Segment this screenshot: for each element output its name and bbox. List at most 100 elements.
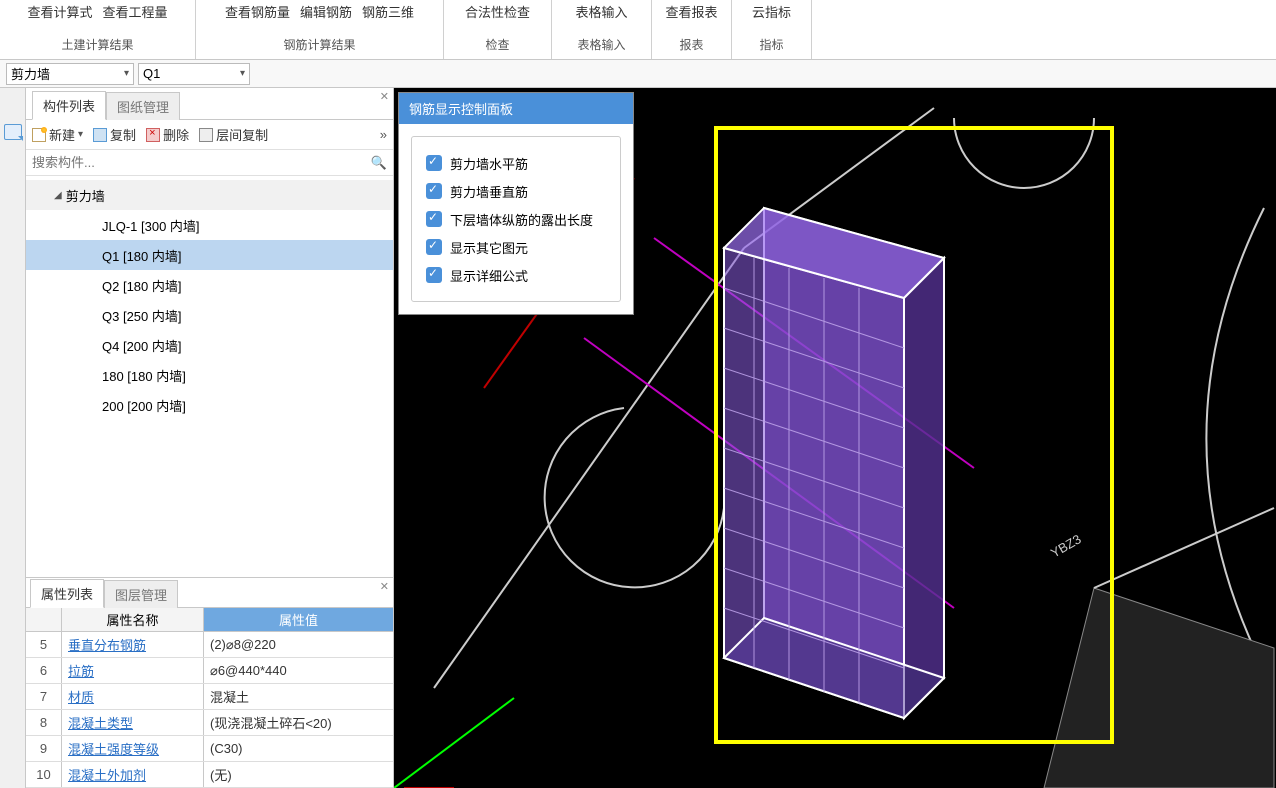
- tree-item[interactable]: 200 [200 内墙]: [26, 390, 393, 420]
- new-button[interactable]: 新建▾: [32, 125, 83, 144]
- tree-item[interactable]: JLQ-1 [300 内墙]: [26, 210, 393, 240]
- ribbon-btn[interactable]: 云指标: [752, 0, 791, 21]
- option-label: 下层墙体纵筋的露出长度: [450, 210, 593, 229]
- property-row[interactable]: 8混凝土类型(现浇混凝土碎石<20): [26, 710, 393, 736]
- property-row[interactable]: 9混凝土强度等级(C30): [26, 736, 393, 762]
- tab-drawing-mgmt[interactable]: 图纸管理: [106, 92, 180, 120]
- panel-title: 钢筋显示控制面板: [399, 93, 633, 124]
- ribbon-group-label: 报表: [652, 36, 731, 59]
- ribbon: 查看计算式 查看工程量 土建计算结果 查看钢筋量 编辑钢筋 钢筋三维 钢筋计算结…: [0, 0, 1276, 60]
- ribbon-group-label: 表格输入: [552, 36, 651, 59]
- chevron-down-icon: ▾: [240, 68, 245, 79]
- ribbon-btn[interactable]: 编辑钢筋: [300, 0, 352, 21]
- display-option[interactable]: 下层墙体纵筋的露出长度: [426, 205, 606, 233]
- option-label: 显示详细公式: [450, 266, 528, 285]
- tree-item[interactable]: Q1 [180 内墙]: [26, 240, 393, 270]
- tree-item[interactable]: 180 [180 内墙]: [26, 360, 393, 390]
- chevron-down-icon: ▾: [78, 129, 83, 140]
- grid-corner: [26, 608, 62, 631]
- property-grid: 属性名称 属性值 5垂直分布钢筋(2)⌀8@2206拉筋⌀6@440*4407材…: [26, 608, 393, 788]
- tab-properties[interactable]: 属性列表: [30, 579, 104, 608]
- dock-toggle-icon[interactable]: [4, 124, 22, 140]
- property-value[interactable]: (现浇混凝土碎石<20): [204, 710, 393, 735]
- search-icon[interactable]: 🔍: [371, 155, 387, 171]
- checkbox-icon[interactable]: [426, 267, 442, 283]
- copy-icon: [93, 128, 107, 142]
- component-dropdown[interactable]: Q1 ▾: [138, 63, 250, 85]
- close-icon[interactable]: ✕: [380, 580, 389, 593]
- ribbon-btn[interactable]: 合法性检查: [465, 0, 530, 21]
- selector-bar: 剪力墙 ▾ Q1 ▾: [0, 60, 1276, 88]
- ribbon-group-label: 土建计算结果: [0, 36, 195, 59]
- tree-item[interactable]: Q4 [200 内墙]: [26, 330, 393, 360]
- display-option[interactable]: 剪力墙水平筋: [426, 149, 606, 177]
- ribbon-btn[interactable]: 钢筋三维: [362, 0, 414, 21]
- property-row[interactable]: 10混凝土外加剂(无): [26, 762, 393, 788]
- row-index: 6: [26, 658, 62, 683]
- property-value[interactable]: (C30): [204, 736, 393, 761]
- checkbox-icon[interactable]: [426, 183, 442, 199]
- ribbon-btn[interactable]: 表格输入: [575, 0, 627, 21]
- property-row[interactable]: 7材质混凝土: [26, 684, 393, 710]
- property-value[interactable]: 混凝土: [204, 684, 393, 709]
- row-index: 9: [26, 736, 62, 761]
- row-index: 10: [26, 762, 62, 787]
- tab-component-list[interactable]: 构件列表: [32, 91, 106, 120]
- ribbon-btn[interactable]: 查看计算式: [27, 0, 92, 21]
- property-name[interactable]: 混凝土外加剂: [62, 762, 204, 787]
- property-name[interactable]: 材质: [62, 684, 204, 709]
- option-label: 剪力墙水平筋: [450, 154, 528, 173]
- close-icon[interactable]: ✕: [380, 90, 389, 103]
- tree-item[interactable]: Q2 [180 内墙]: [26, 270, 393, 300]
- copy-button[interactable]: 复制: [93, 125, 136, 144]
- ribbon-btn[interactable]: 查看钢筋量: [225, 0, 290, 21]
- grid-header-value: 属性值: [204, 608, 393, 631]
- delete-icon: [146, 128, 160, 142]
- grid-header-name: 属性名称: [62, 608, 204, 631]
- tree-root-label: 剪力墙: [66, 186, 105, 205]
- property-name[interactable]: 拉筋: [62, 658, 204, 683]
- layer-copy-button[interactable]: 层间复制: [199, 125, 268, 144]
- option-label: 剪力墙垂直筋: [450, 182, 528, 201]
- property-name[interactable]: 混凝土强度等级: [62, 736, 204, 761]
- property-value[interactable]: ⌀6@440*440: [204, 658, 393, 683]
- tab-layer-mgmt[interactable]: 图层管理: [104, 580, 178, 608]
- property-value[interactable]: (无): [204, 762, 393, 787]
- rebar-display-panel: 钢筋显示控制面板 剪力墙水平筋剪力墙垂直筋下层墙体纵筋的露出长度显示其它图元显示…: [398, 92, 634, 315]
- ribbon-btn[interactable]: 查看报表: [665, 0, 717, 21]
- display-option[interactable]: 显示其它图元: [426, 233, 606, 261]
- property-row[interactable]: 5垂直分布钢筋(2)⌀8@220: [26, 632, 393, 658]
- row-index: 8: [26, 710, 62, 735]
- checkbox-icon[interactable]: [426, 239, 442, 255]
- checkbox-icon[interactable]: [426, 155, 442, 171]
- ribbon-group-label: 检查: [444, 36, 551, 59]
- tree-root[interactable]: ◢ 剪力墙: [26, 180, 393, 210]
- more-icon[interactable]: »: [380, 127, 387, 142]
- ribbon-group-label: 指标: [732, 36, 811, 59]
- row-index: 7: [26, 684, 62, 709]
- tree-item[interactable]: Q3 [250 内墙]: [26, 300, 393, 330]
- search-row: 🔍: [26, 150, 393, 176]
- left-panel: ✕ 构件列表 图纸管理 新建▾ 复制 删除 层间复制 » 🔍 ◢ 剪力墙 JLQ…: [26, 88, 394, 788]
- search-input[interactable]: [32, 155, 371, 170]
- display-option[interactable]: 显示详细公式: [426, 261, 606, 289]
- dropdown-value: 剪力墙: [11, 64, 50, 83]
- property-name[interactable]: 混凝土类型: [62, 710, 204, 735]
- dropdown-value: Q1: [143, 66, 160, 81]
- left-dock-strip: [0, 88, 26, 788]
- ribbon-btn[interactable]: 查看工程量: [103, 0, 168, 21]
- category-dropdown[interactable]: 剪力墙 ▾: [6, 63, 134, 85]
- property-name[interactable]: 垂直分布钢筋: [62, 632, 204, 657]
- collapse-icon[interactable]: ◢: [54, 190, 62, 201]
- sidebar-toolbar: 新建▾ 复制 删除 层间复制 »: [26, 120, 393, 150]
- viewport-3d[interactable]: YBZ3: [394, 88, 1276, 788]
- delete-button[interactable]: 删除: [146, 125, 189, 144]
- selection-highlight: [714, 126, 1114, 744]
- new-icon: [32, 128, 46, 142]
- checkbox-icon[interactable]: [426, 211, 442, 227]
- ribbon-group-label: 钢筋计算结果: [196, 36, 443, 59]
- row-index: 5: [26, 632, 62, 657]
- property-value[interactable]: (2)⌀8@220: [204, 632, 393, 657]
- display-option[interactable]: 剪力墙垂直筋: [426, 177, 606, 205]
- property-row[interactable]: 6拉筋⌀6@440*440: [26, 658, 393, 684]
